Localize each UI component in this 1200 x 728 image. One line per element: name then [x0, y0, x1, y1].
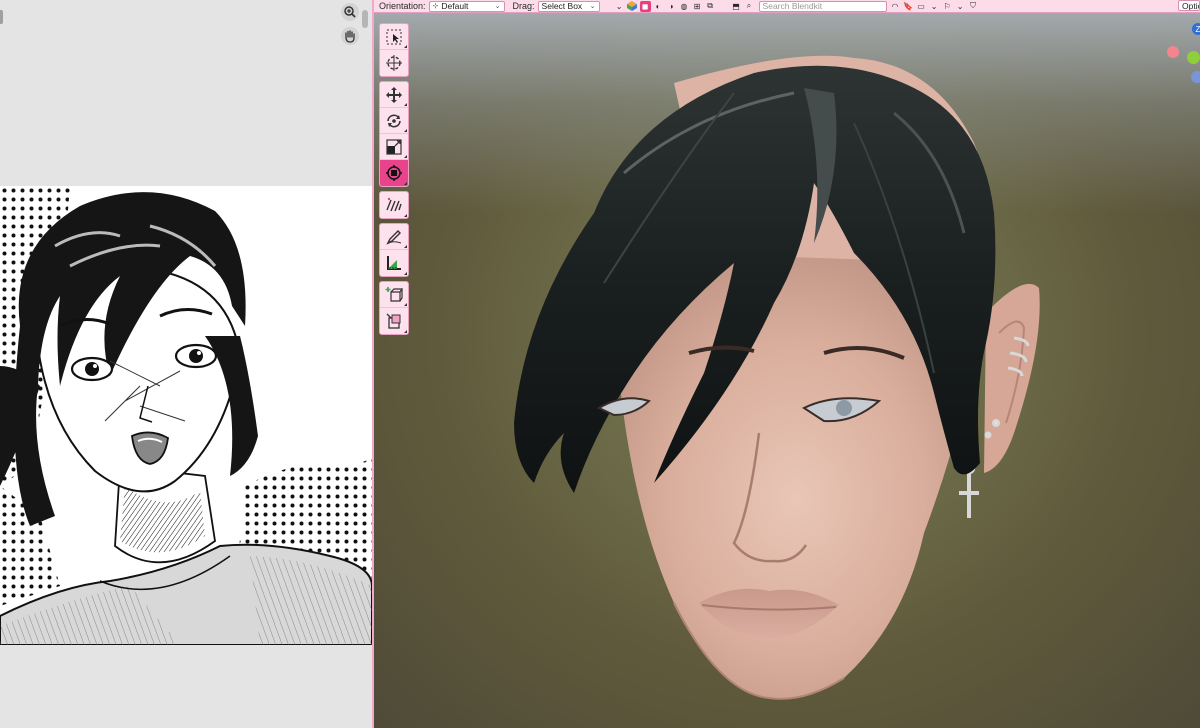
tool-shelf	[379, 23, 409, 339]
extrude-tool[interactable]	[380, 308, 408, 334]
drag-dropdown[interactable]: Select Box ⌄	[537, 0, 600, 12]
select-box-tool[interactable]	[380, 24, 408, 50]
options-button[interactable]: Options	[1178, 0, 1200, 11]
chevron-down-icon: ⌄	[589, 3, 596, 10]
move-arrows-icon	[386, 86, 402, 103]
select-box-icon	[386, 29, 402, 44]
pencil-draw-icon	[386, 229, 402, 245]
tool-group-add	[379, 281, 409, 335]
image-editor-panel	[0, 0, 372, 728]
zoom-icon[interactable]	[340, 2, 360, 22]
head-model[interactable]	[374, 13, 1200, 728]
viewport-overlays-icon[interactable]: ⊞	[692, 1, 703, 12]
chevron-down-icon[interactable]: ⌄	[614, 1, 625, 12]
asset-library-icon[interactable]	[627, 1, 638, 12]
scale-icon	[386, 138, 402, 155]
move-tool[interactable]	[380, 82, 408, 108]
chevron-down-icon[interactable]: ⌄	[955, 1, 966, 12]
asset-type-dropdown-icon[interactable]: ▭	[916, 1, 927, 12]
draw-tool[interactable]	[380, 224, 408, 250]
tool-group-select	[379, 23, 409, 77]
reference-image	[0, 186, 372, 645]
ruler-icon	[387, 256, 401, 270]
solid-shading-icon[interactable]: ◐	[653, 1, 664, 12]
vertical-scrollbar[interactable]	[362, 10, 368, 28]
search-input[interactable]: Search Blendkit	[758, 0, 887, 12]
material-shading-icon[interactable]: ◑	[666, 1, 677, 12]
3d-viewport[interactable]: Z	[374, 13, 1200, 728]
bookmark-icon[interactable]: 🔖	[903, 1, 914, 12]
orientation-label: Orientation:	[379, 1, 426, 11]
gizmo-y-axis[interactable]	[1187, 51, 1200, 64]
orientation-axis-icon: ⊹	[432, 3, 439, 10]
annotate-icon	[386, 197, 402, 212]
add-cube-tool[interactable]	[380, 282, 408, 308]
chevron-down-icon[interactable]: ⌄	[929, 1, 940, 12]
rendered-shading-icon[interactable]: ◍	[679, 1, 690, 12]
gizmo-z-axis[interactable]: Z	[1192, 23, 1200, 35]
shield-check-icon[interactable]: ⛉	[968, 1, 979, 12]
rotate-icon	[387, 114, 401, 127]
hand-icon[interactable]	[340, 26, 360, 46]
cursor-tool[interactable]	[380, 50, 408, 76]
app-window: Orientation: ⊹ Default ⌄ Drag: Select Bo…	[0, 0, 1200, 728]
filter-icon[interactable]: ◠	[890, 1, 901, 12]
transform-tool[interactable]	[380, 160, 408, 186]
gizmo-neg-x-axis[interactable]	[1167, 46, 1179, 58]
measure-tool[interactable]	[380, 250, 408, 276]
tool-group-transform	[379, 81, 409, 187]
orientation-dropdown[interactable]: ⊹ Default ⌄	[428, 0, 505, 12]
add-cube-icon	[385, 286, 403, 302]
transform-icon	[386, 165, 402, 181]
tag-icon[interactable]: ⚐	[942, 1, 953, 12]
chevron-down-icon: ⌄	[494, 3, 501, 10]
search-placeholder: Search Blendkit	[762, 1, 823, 11]
rotate-tool[interactable]	[380, 108, 408, 134]
panel-edge-handle[interactable]	[0, 10, 3, 24]
extrude-icon	[386, 313, 401, 329]
viewport-header: Orientation: ⊹ Default ⌄ Drag: Select Bo…	[374, 0, 1200, 13]
tool-group-annotate	[379, 191, 409, 219]
drag-value: Select Box	[541, 1, 583, 11]
object-mode-icon[interactable]: ◼	[639, 0, 651, 12]
blendkit-logo-icon[interactable]: ⬒	[731, 1, 742, 12]
scale-tool[interactable]	[380, 134, 408, 160]
drag-label: Drag:	[512, 1, 535, 11]
orientation-value: Default	[441, 1, 469, 11]
cursor-3d-icon	[386, 55, 402, 71]
annotate-tool[interactable]	[380, 192, 408, 218]
xray-toggle-icon[interactable]: ⧉	[705, 1, 716, 12]
options-label: Options	[1182, 0, 1199, 11]
gizmo-neg-z-axis[interactable]	[1191, 71, 1200, 83]
search-icon: ⌕	[746, 1, 752, 10]
tool-group-draw	[379, 223, 409, 277]
